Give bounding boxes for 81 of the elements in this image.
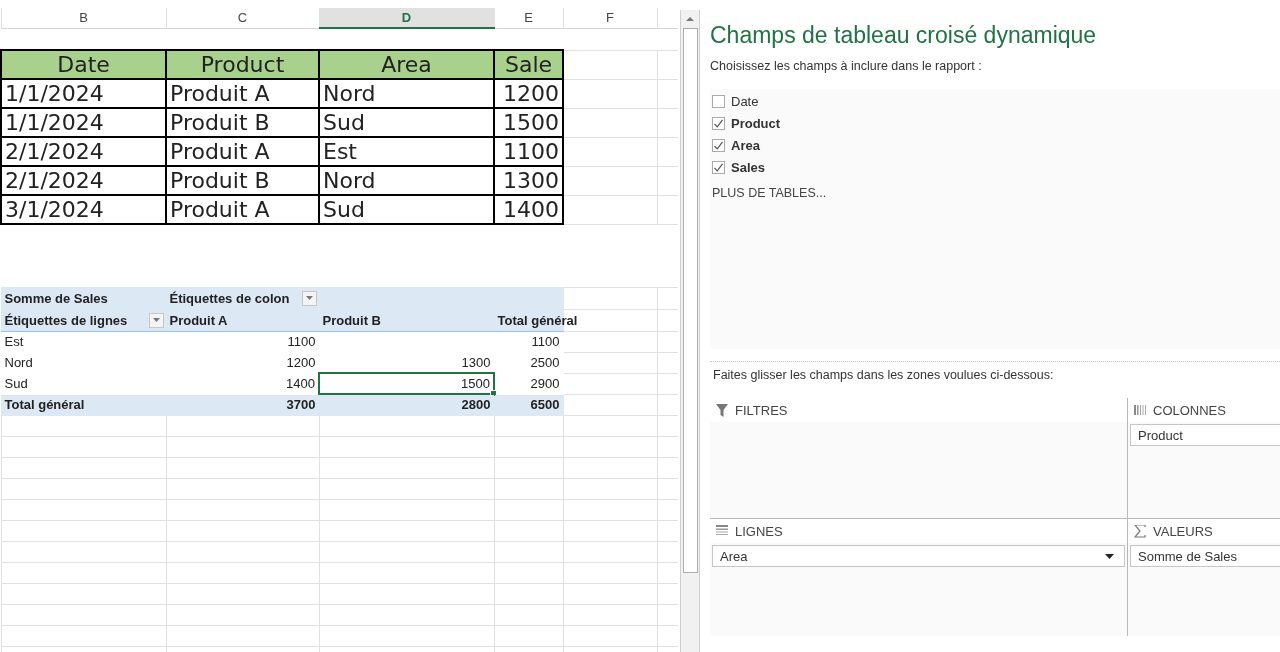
field-label[interactable]: Product <box>731 115 781 131</box>
selected-cell[interactable]: 1500 <box>319 373 494 394</box>
drag-instruction: Faites glisser les champs dans les zones voulues ci-dessous: <box>710 361 1280 398</box>
area-label: COLONNES <box>1153 402 1226 418</box>
field-label[interactable]: Sales <box>731 159 765 175</box>
table-header-cell: Area <box>381 52 432 77</box>
pivot-row-total: 2900 <box>530 376 560 391</box>
table-cell: Produit A <box>170 139 270 164</box>
pivot-column-labels: Étiquettes de colon <box>169 291 291 307</box>
area-label: FILTRES <box>735 402 788 418</box>
field-label[interactable]: Area <box>731 137 760 153</box>
field-checkbox[interactable] <box>712 94 725 108</box>
column-header[interactable]: F <box>606 10 614 26</box>
pivot-value: 1200 <box>286 355 316 370</box>
pivot-value: 1300 <box>461 354 491 370</box>
column-header[interactable]: D <box>401 10 412 25</box>
table-cell: Nord <box>323 81 376 106</box>
table-cell: 2/1/2024 <box>5 168 104 193</box>
filter-dropdown-button[interactable] <box>301 290 317 306</box>
field-checkbox[interactable] <box>712 160 725 174</box>
area-field-dropdown[interactable]: Area <box>712 545 1125 567</box>
pivot-column-header: Produit B <box>322 312 381 328</box>
table-cell: 1100 <box>503 139 559 164</box>
table-header-cell: Date <box>57 52 110 77</box>
filter-icon <box>716 403 728 417</box>
field-checkbox[interactable] <box>712 116 725 130</box>
table-cell: Est <box>323 139 357 164</box>
table-cell: 1500 <box>503 110 559 135</box>
pivot-row-labels: Étiquettes de lignes <box>4 313 128 329</box>
area-field-dropdown[interactable]: Product <box>1130 424 1280 446</box>
table-cell: 1/1/2024 <box>5 110 104 135</box>
more-tables-link[interactable]: PLUS DE TABLES... <box>710 186 1280 200</box>
pivot-value: 1100 <box>287 334 316 349</box>
table-cell: Produit B <box>170 110 270 135</box>
table-cell: 1300 <box>503 168 559 193</box>
pivot-value-label: Somme de Sales <box>4 290 108 306</box>
table-cell: Produit B <box>170 168 270 193</box>
rows-icon <box>716 524 728 538</box>
grand-total-value: 2800 <box>461 397 491 413</box>
table-cell: Nord <box>323 168 376 193</box>
table-header-cell: Sale <box>504 52 553 77</box>
field-label[interactable]: Date <box>731 93 759 109</box>
area-label: LIGNES <box>735 523 783 539</box>
grand-total-value: 6500 <box>530 397 560 412</box>
table-header-cell: Product <box>200 52 285 77</box>
column-header[interactable]: C <box>237 10 248 26</box>
filter-dropdown-button[interactable] <box>148 312 164 328</box>
table-cell: Produit A <box>170 81 270 106</box>
table-cell: 3/1/2024 <box>5 197 104 222</box>
table-cell: 1200 <box>503 81 559 106</box>
caret-icon <box>1105 553 1114 559</box>
caret-icon <box>305 296 313 300</box>
vertical-scrollbar[interactable] <box>680 10 700 652</box>
pivot-row-label: Sud <box>4 376 28 391</box>
grand-total-value: 3700 <box>286 397 316 412</box>
area-field-dropdown[interactable]: Somme de Sales <box>1130 545 1280 567</box>
pivot-row-total: 2500 <box>530 355 560 370</box>
pivot-row-total: 1100 <box>531 334 560 349</box>
table-cell: Produit A <box>170 197 270 222</box>
table-cell: 1/1/2024 <box>5 81 104 106</box>
pivot-row-label: Nord <box>4 355 33 370</box>
pivot-row-label: Est <box>4 334 24 349</box>
panel-instruction: Choisissez les champs à inclure dans le rapport : <box>710 59 983 73</box>
column-header[interactable]: B <box>79 10 88 26</box>
caret-icon <box>152 318 160 322</box>
grand-total-label: Total général <box>4 397 85 412</box>
pivot-column-header: Total général <box>497 312 578 328</box>
scrollbar-thumb[interactable] <box>682 28 698 573</box>
columns-icon <box>1134 403 1146 417</box>
table-cell: Sud <box>323 197 365 222</box>
column-header[interactable]: E <box>524 10 533 26</box>
table-cell: Sud <box>323 110 365 135</box>
area-label: VALEURS <box>1153 523 1213 539</box>
pivot-value: 1500 <box>461 376 490 391</box>
field-checkbox[interactable] <box>712 138 725 152</box>
table-cell: 1400 <box>503 197 559 222</box>
sigma-icon <box>1134 524 1146 538</box>
pivot-column-header: Produit A <box>169 312 228 328</box>
table-cell: 2/1/2024 <box>5 139 104 164</box>
pivot-value: 1400 <box>286 376 315 391</box>
panel-title: Champs de tableau croisé dynamique <box>710 21 1098 49</box>
